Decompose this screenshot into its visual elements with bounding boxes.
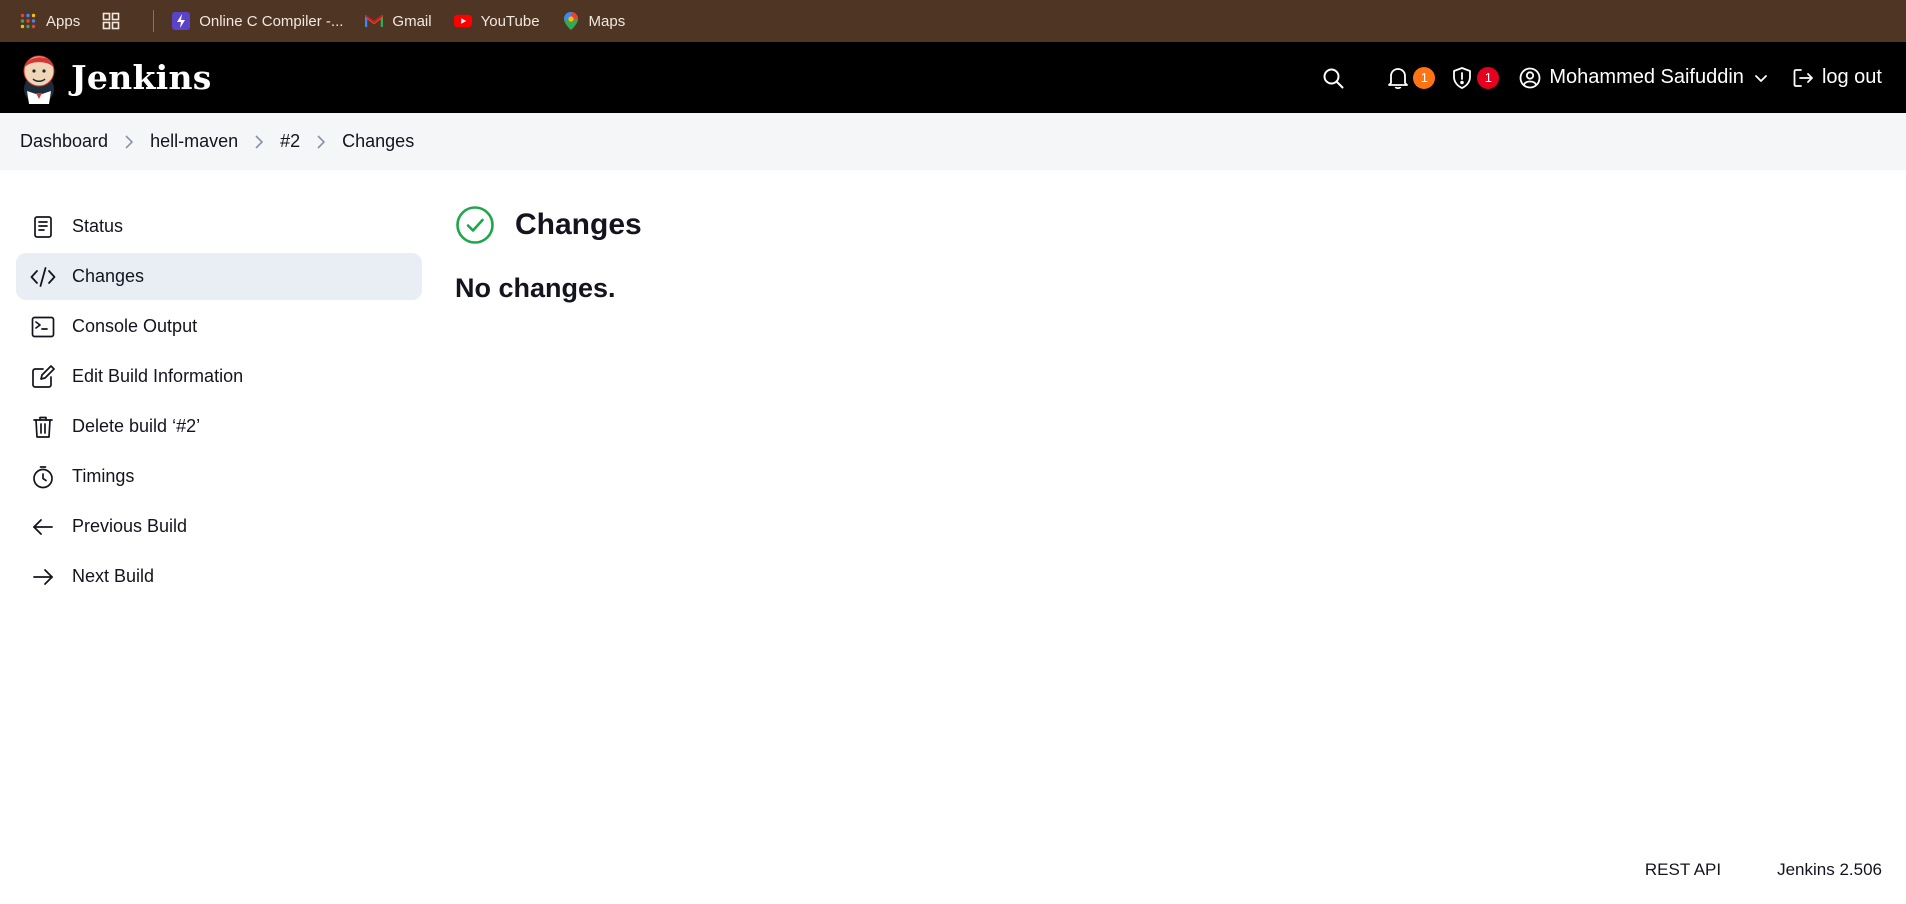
sidebar-item-label: Console Output xyxy=(72,316,198,336)
trash-icon xyxy=(30,414,56,440)
breadcrumb-job[interactable]: hell-maven xyxy=(150,131,238,152)
logout-label: log out xyxy=(1821,66,1882,88)
sidebar-item-next-build[interactable]: Next Build xyxy=(16,553,422,600)
sidebar-item-label: Edit Build Information xyxy=(72,366,244,386)
notifications-badge: 1 xyxy=(1413,66,1436,89)
breadcrumb: Dashboard hell-maven #2 Changes xyxy=(0,113,1906,170)
bookmark-online-c-compiler[interactable]: Online C Compiler -... xyxy=(172,12,343,30)
user-menu[interactable]: Mohammed Saifuddin xyxy=(1505,42,1778,113)
bookmark-gmail[interactable]: Gmail xyxy=(365,12,432,30)
bookmark-label: Maps xyxy=(588,12,626,30)
logout-icon xyxy=(1793,68,1813,87)
stopwatch-icon xyxy=(30,464,56,490)
bell-icon xyxy=(1388,67,1409,89)
sidebar-item-console-output[interactable]: Console Output xyxy=(16,303,422,350)
bookmark-label: YouTube xyxy=(480,12,540,30)
sidebar-item-label: Previous Build xyxy=(72,516,188,536)
code-icon xyxy=(30,264,56,290)
user-name: Mohammed Saifuddin xyxy=(1549,66,1744,88)
maps-icon xyxy=(562,12,580,30)
page-header: Changes xyxy=(455,203,642,247)
tab-groups-button[interactable] xyxy=(102,12,129,30)
sidebar-item-label: Changes xyxy=(72,266,145,286)
shield-alert-icon xyxy=(1453,66,1472,89)
gmail-icon xyxy=(365,12,384,30)
edit-icon xyxy=(30,364,56,390)
terminal-icon xyxy=(30,314,56,340)
youtube-icon xyxy=(453,12,472,30)
sidebar-item-delete-build[interactable]: Delete build ‘#2’ xyxy=(16,403,422,450)
sidebar-item-label: Delete build ‘#2’ xyxy=(72,416,201,436)
chevron-right-icon xyxy=(124,134,134,149)
sidebar-item-label: Status xyxy=(72,216,124,236)
breadcrumb-dashboard[interactable]: Dashboard xyxy=(20,131,108,152)
security-badge: 1 xyxy=(1477,66,1500,89)
bookmark-apps[interactable]: Apps xyxy=(19,12,80,30)
jenkins-version-link[interactable]: Jenkins 2.506 xyxy=(1777,860,1882,880)
page-title: Changes xyxy=(515,208,642,241)
footer: REST API Jenkins 2.506 xyxy=(1589,860,1882,880)
user-circle-icon xyxy=(1519,67,1541,88)
search-icon xyxy=(1323,68,1344,88)
logout-button[interactable]: log out xyxy=(1778,42,1906,113)
sidebar-item-status[interactable]: Status xyxy=(16,203,422,250)
sidebar-item-label: Timings xyxy=(72,466,135,486)
tab-groups-icon xyxy=(102,12,120,30)
document-icon xyxy=(30,214,56,240)
bookmark-label: Online C Compiler -... xyxy=(199,12,344,30)
chevron-right-icon xyxy=(316,134,326,149)
arrow-left-icon xyxy=(30,514,56,540)
search-button[interactable] xyxy=(1311,42,1355,113)
bookmarks-divider xyxy=(153,10,155,32)
bolt-icon xyxy=(172,12,191,30)
arrow-right-icon xyxy=(30,564,56,590)
apps-grid-icon xyxy=(19,12,37,30)
rest-api-link[interactable]: REST API xyxy=(1645,860,1721,880)
breadcrumb-current[interactable]: Changes xyxy=(342,131,414,152)
jenkins-logo-link[interactable]: Jenkins xyxy=(19,51,212,105)
sidebar-item-label: Next Build xyxy=(72,566,155,586)
main-content: Changes No changes. xyxy=(455,203,642,304)
jenkins-brand-text: Jenkins xyxy=(71,58,212,97)
bookmarks-bar: Apps Online C Compiler -... Gmail YouTub… xyxy=(0,0,1906,42)
security-button[interactable]: 1 xyxy=(1441,42,1505,113)
bookmark-label: Gmail xyxy=(392,12,432,30)
success-check-icon xyxy=(456,206,494,244)
bookmark-apps-label: Apps xyxy=(46,12,81,30)
sidebar-item-previous-build[interactable]: Previous Build xyxy=(16,503,422,550)
jenkins-butler-icon xyxy=(23,55,55,104)
sidebar-item-changes[interactable]: Changes xyxy=(16,253,422,300)
chevron-down-icon[interactable] xyxy=(1754,71,1768,85)
bookmark-maps[interactable]: Maps xyxy=(562,12,626,30)
no-changes-message: No changes. xyxy=(455,273,616,303)
sidebar: Status Changes Console Output Edit Build… xyxy=(16,203,422,603)
sidebar-item-timings[interactable]: Timings xyxy=(16,453,422,500)
notifications-button[interactable]: 1 xyxy=(1377,42,1441,113)
sidebar-item-edit-build-information[interactable]: Edit Build Information xyxy=(16,353,422,400)
top-header: Jenkins 1 1 Mohammed Saifuddin log out xyxy=(0,42,1906,113)
bookmark-youtube[interactable]: YouTube xyxy=(453,12,540,30)
chevron-right-icon xyxy=(254,134,264,149)
breadcrumb-build[interactable]: #2 xyxy=(280,131,300,152)
